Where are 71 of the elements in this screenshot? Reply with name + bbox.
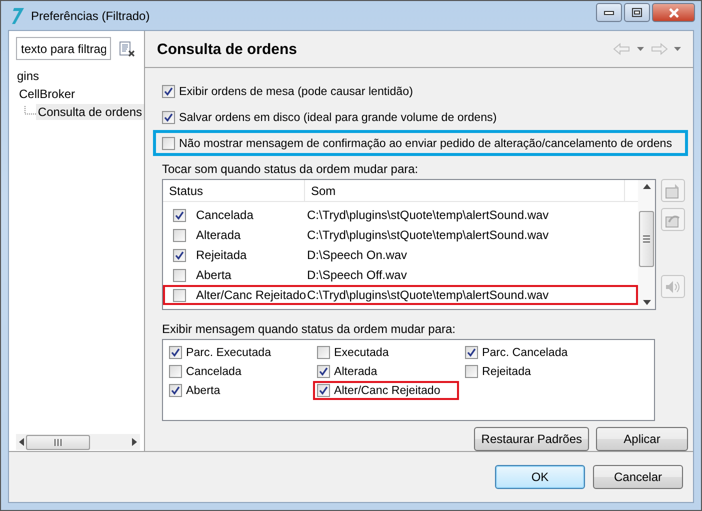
table-cell: Aberta: [196, 268, 232, 282]
checkbox[interactable]: [162, 136, 175, 150]
option-label: Executada: [334, 346, 389, 359]
checkbox[interactable]: [169, 365, 182, 378]
column-header[interactable]: Som: [305, 180, 625, 201]
app-logo-icon: [9, 6, 25, 24]
close-icon: [668, 8, 680, 18]
filter-field[interactable]: texto para filtrag: [16, 37, 111, 60]
minimize-button[interactable]: [596, 3, 622, 22]
horizontal-scrollbar[interactable]: [16, 434, 140, 450]
table-cell: C:\Tryd\plugins\stQuote\temp\alertSound.wav: [307, 228, 549, 242]
option-label: Exibir ordens de mesa (pode causar lentidão): [179, 84, 413, 98]
checkbox[interactable]: [173, 268, 186, 282]
checkbox[interactable]: [173, 228, 186, 242]
table-cell: D:\Speech On.wav: [307, 248, 408, 262]
table-cell: Rejeitada: [196, 248, 247, 262]
table-cell: C:\Tryd\plugins\stQuote\temp\alertSound.wav: [307, 288, 549, 302]
close-button[interactable]: [652, 3, 695, 22]
grip-icon: [54, 438, 62, 446]
checkbox[interactable]: [173, 208, 186, 222]
tree-item[interactable]: CellBroker: [17, 86, 78, 102]
tree-item[interactable]: gins: [15, 68, 42, 84]
table-cell: Alter/Canc Rejeitado: [196, 288, 306, 302]
table-cell: D:\Speech Off.wav: [307, 268, 407, 282]
dropdown-caret-icon[interactable]: [674, 47, 681, 51]
maximize-button[interactable]: [624, 3, 650, 22]
tree-item[interactable]: Consulta de ordens: [36, 104, 144, 120]
vertical-scrollbar[interactable]: [638, 180, 655, 309]
checkbox[interactable]: [173, 248, 186, 262]
speaker-icon: [665, 280, 681, 294]
section-label: Tocar som quando status da ordem mudar para:: [162, 162, 420, 176]
minimize-icon: [604, 10, 614, 14]
scroll-right-icon[interactable]: [132, 438, 137, 446]
document-icon: [665, 182, 681, 198]
clear-filter-icon[interactable]: [119, 40, 135, 56]
apply-button[interactable]: Aplicar: [596, 427, 688, 451]
checkbox[interactable]: [317, 346, 330, 359]
cancel-button[interactable]: Cancelar: [593, 465, 683, 489]
dropdown-caret-icon[interactable]: [637, 47, 644, 51]
option-label: Cancelada: [186, 365, 242, 378]
ok-button[interactable]: OK: [495, 465, 585, 489]
checkbox[interactable]: [173, 288, 186, 302]
column-header[interactable]: Status: [163, 180, 305, 201]
checkbox[interactable]: [169, 384, 182, 397]
option-label: Alter/Canc Rejeitado: [334, 384, 440, 397]
page-title: Consulta de ordens: [157, 40, 298, 58]
scroll-left-icon[interactable]: [19, 438, 24, 446]
option-label: Alterada: [334, 365, 378, 378]
checkbox[interactable]: [162, 84, 175, 98]
maximize-icon: [632, 8, 642, 17]
scroll-up-icon[interactable]: [642, 184, 650, 189]
section-label: Exibir mensagem quando status da ordem mudar para:: [162, 322, 456, 336]
option-label: Rejeitada: [482, 365, 531, 378]
checkbox[interactable]: [169, 346, 182, 359]
checkbox[interactable]: [317, 384, 330, 397]
option-label: Não mostrar mensagem de confirmação ao enviar pedido de alteração/cancelamento de ordens: [179, 136, 672, 150]
checkbox[interactable]: [465, 346, 478, 359]
option-label: Aberta: [186, 384, 220, 397]
checkbox[interactable]: [162, 110, 175, 124]
window-title: Preferências (Filtrado): [31, 8, 151, 22]
option-label: Parc. Executada: [186, 346, 272, 359]
option-label: Salvar ordens em disco (ideal para grande volume de ordens): [179, 110, 497, 124]
table-cell: Alterada: [196, 228, 241, 242]
grip-icon: [643, 235, 650, 243]
scroll-down-icon[interactable]: [642, 300, 650, 305]
restore-defaults-button[interactable]: Restaurar Padrões: [474, 427, 589, 451]
option-label: Parc. Cancelada: [482, 346, 568, 359]
table-cell: C:\Tryd\plugins\stQuote\temp\alertSound.wav: [307, 208, 549, 222]
table-cell: Cancelada: [196, 208, 254, 222]
checkbox[interactable]: [317, 365, 330, 378]
checkbox[interactable]: [465, 365, 478, 378]
